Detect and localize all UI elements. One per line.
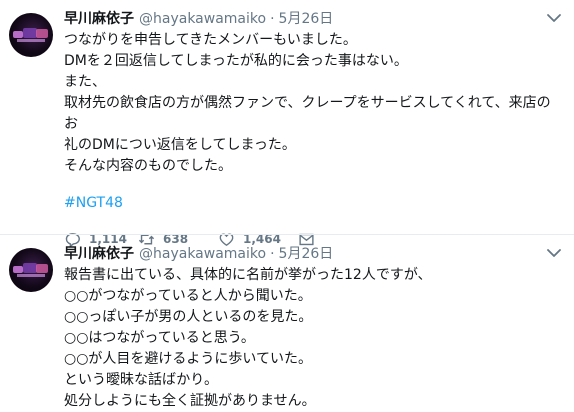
display-name[interactable]: 早川麻依子 [64,10,134,29]
tweet-line: そんな内容のものでした。 [64,158,232,174]
tweet-text: つながりを申告してきたメンバーもいました。 DMを２回返信してしまったが私的に会っ… [64,30,564,177]
hashtag-link[interactable]: #NGT48 [64,193,564,214]
tweet-line: という曖昧な話ばかり。 [64,372,218,388]
tweet-1[interactable]: 早川麻依子 @hayakawamaiko · 5月26日 つながりを申告してきた… [0,0,574,248]
tweet-line: 処分しようにも全く証拠がありません。 [64,393,316,409]
separator: · [270,246,275,262]
avatar[interactable] [9,13,53,57]
separator: · [270,11,275,27]
chevron-down-icon[interactable] [546,12,562,24]
avatar[interactable] [9,248,53,292]
tweet-line: ○○っぽい子が男の人といるのを見た。 [64,309,313,325]
timestamp[interactable]: 5月26日 [279,10,334,29]
tweet-line: 報告書に出ている、具体的に名前が挙がった12人ですが、 [64,267,432,283]
tweet-2[interactable]: 早川麻依子 @hayakawamaiko · 5月26日 報告書に出ている、具体… [0,234,574,409]
tweet-line: 取材先の飲食店の方が偶然ファンで、クレープをサービスしてくれて、来店のお [64,95,551,132]
tweet-line: DMを２回返信してしまったが私的に会った事はない。 [64,53,408,69]
tweet-header: 早川麻依子 @hayakawamaiko · 5月26日 [64,10,564,29]
tweet-line: ○○がつながっていると人から聞いた。 [64,288,312,304]
tweet-line: つながりを申告してきたメンバーもいました。 [64,32,357,48]
tweet-text: 報告書に出ている、具体的に名前が挙がった12人ですが、 ○○がつながっていると人か… [64,265,564,412]
tweet-line: ○○が人目を避けるように歩いていた。 [64,351,313,367]
tweet-header: 早川麻依子 @hayakawamaiko · 5月26日 [64,245,564,264]
username[interactable]: @hayakawamaiko [139,245,266,264]
timestamp[interactable]: 5月26日 [279,245,334,264]
tweet-line: また、 [64,74,106,90]
username[interactable]: @hayakawamaiko [139,10,266,29]
display-name[interactable]: 早川麻依子 [64,245,134,264]
tweet-line: ○○はつながっていると思う。 [64,330,255,346]
tweet-line: 礼のDMについ返信をしてしまった。 [64,137,296,153]
chevron-down-icon[interactable] [546,247,562,259]
